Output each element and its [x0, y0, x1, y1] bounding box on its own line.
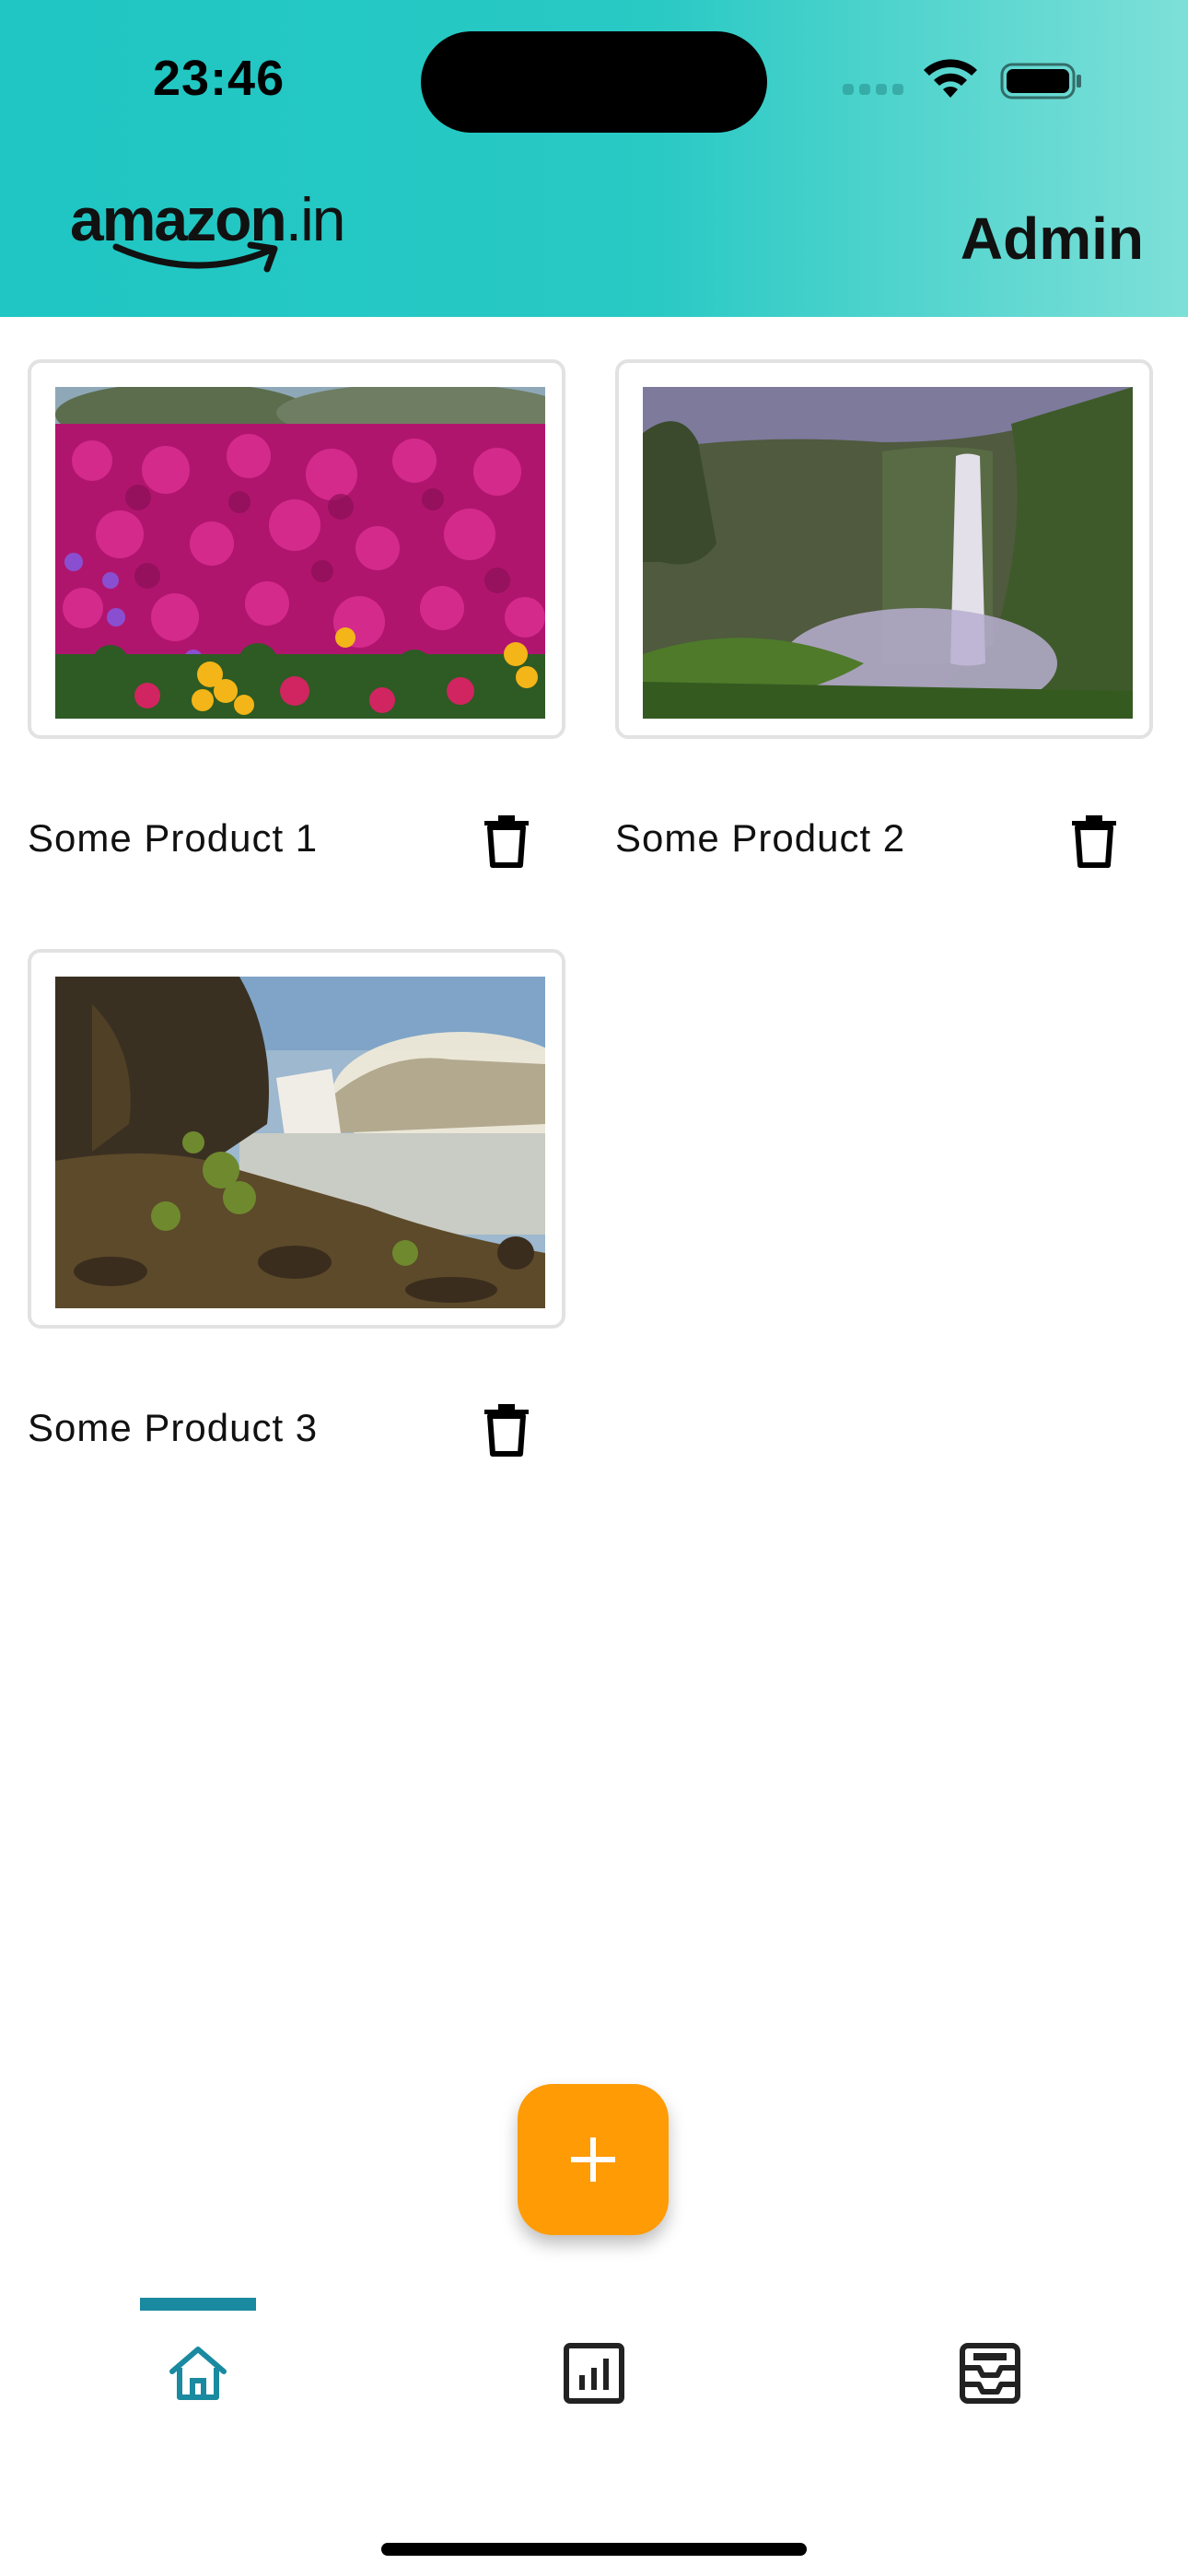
- product-image-1: [55, 387, 545, 719]
- plus-icon: [571, 2137, 615, 2182]
- product-card-3[interactable]: [28, 949, 565, 1329]
- status-time: 23:46: [153, 51, 285, 106]
- delete-icon[interactable]: [483, 814, 530, 869]
- product-card-2[interactable]: [615, 359, 1153, 739]
- amazon-logo[interactable]: amazon.in: [70, 184, 345, 276]
- product-name-2: Some Product 2: [615, 816, 906, 860]
- wifi-icon: [924, 59, 977, 98]
- delete-icon[interactable]: [1070, 814, 1118, 869]
- battery-icon: [1000, 63, 1081, 100]
- app-header: 23:46 amazon.in Admin: [0, 0, 1188, 317]
- active-tab-indicator: [140, 2298, 256, 2311]
- page-title: Admin: [960, 205, 1144, 272]
- home-indicator: [381, 2543, 807, 2556]
- analytics-icon[interactable]: [561, 2340, 627, 2406]
- logo-suffix: .in: [285, 185, 346, 253]
- bottom-navigation: [0, 2277, 1188, 2576]
- add-product-button[interactable]: [518, 2084, 669, 2235]
- cellular-signal-icon: [843, 83, 909, 100]
- inbox-icon[interactable]: [957, 2340, 1023, 2406]
- product-image-2: [643, 387, 1133, 719]
- home-icon[interactable]: [165, 2340, 231, 2406]
- delete-icon[interactable]: [483, 1402, 530, 1458]
- product-name-3: Some Product 3: [28, 1406, 319, 1449]
- product-name-1: Some Product 1: [28, 816, 319, 860]
- dynamic-island: [421, 31, 767, 133]
- product-card-1[interactable]: [28, 359, 565, 739]
- product-image-3: [55, 977, 545, 1308]
- logo-smile-icon: [112, 241, 278, 273]
